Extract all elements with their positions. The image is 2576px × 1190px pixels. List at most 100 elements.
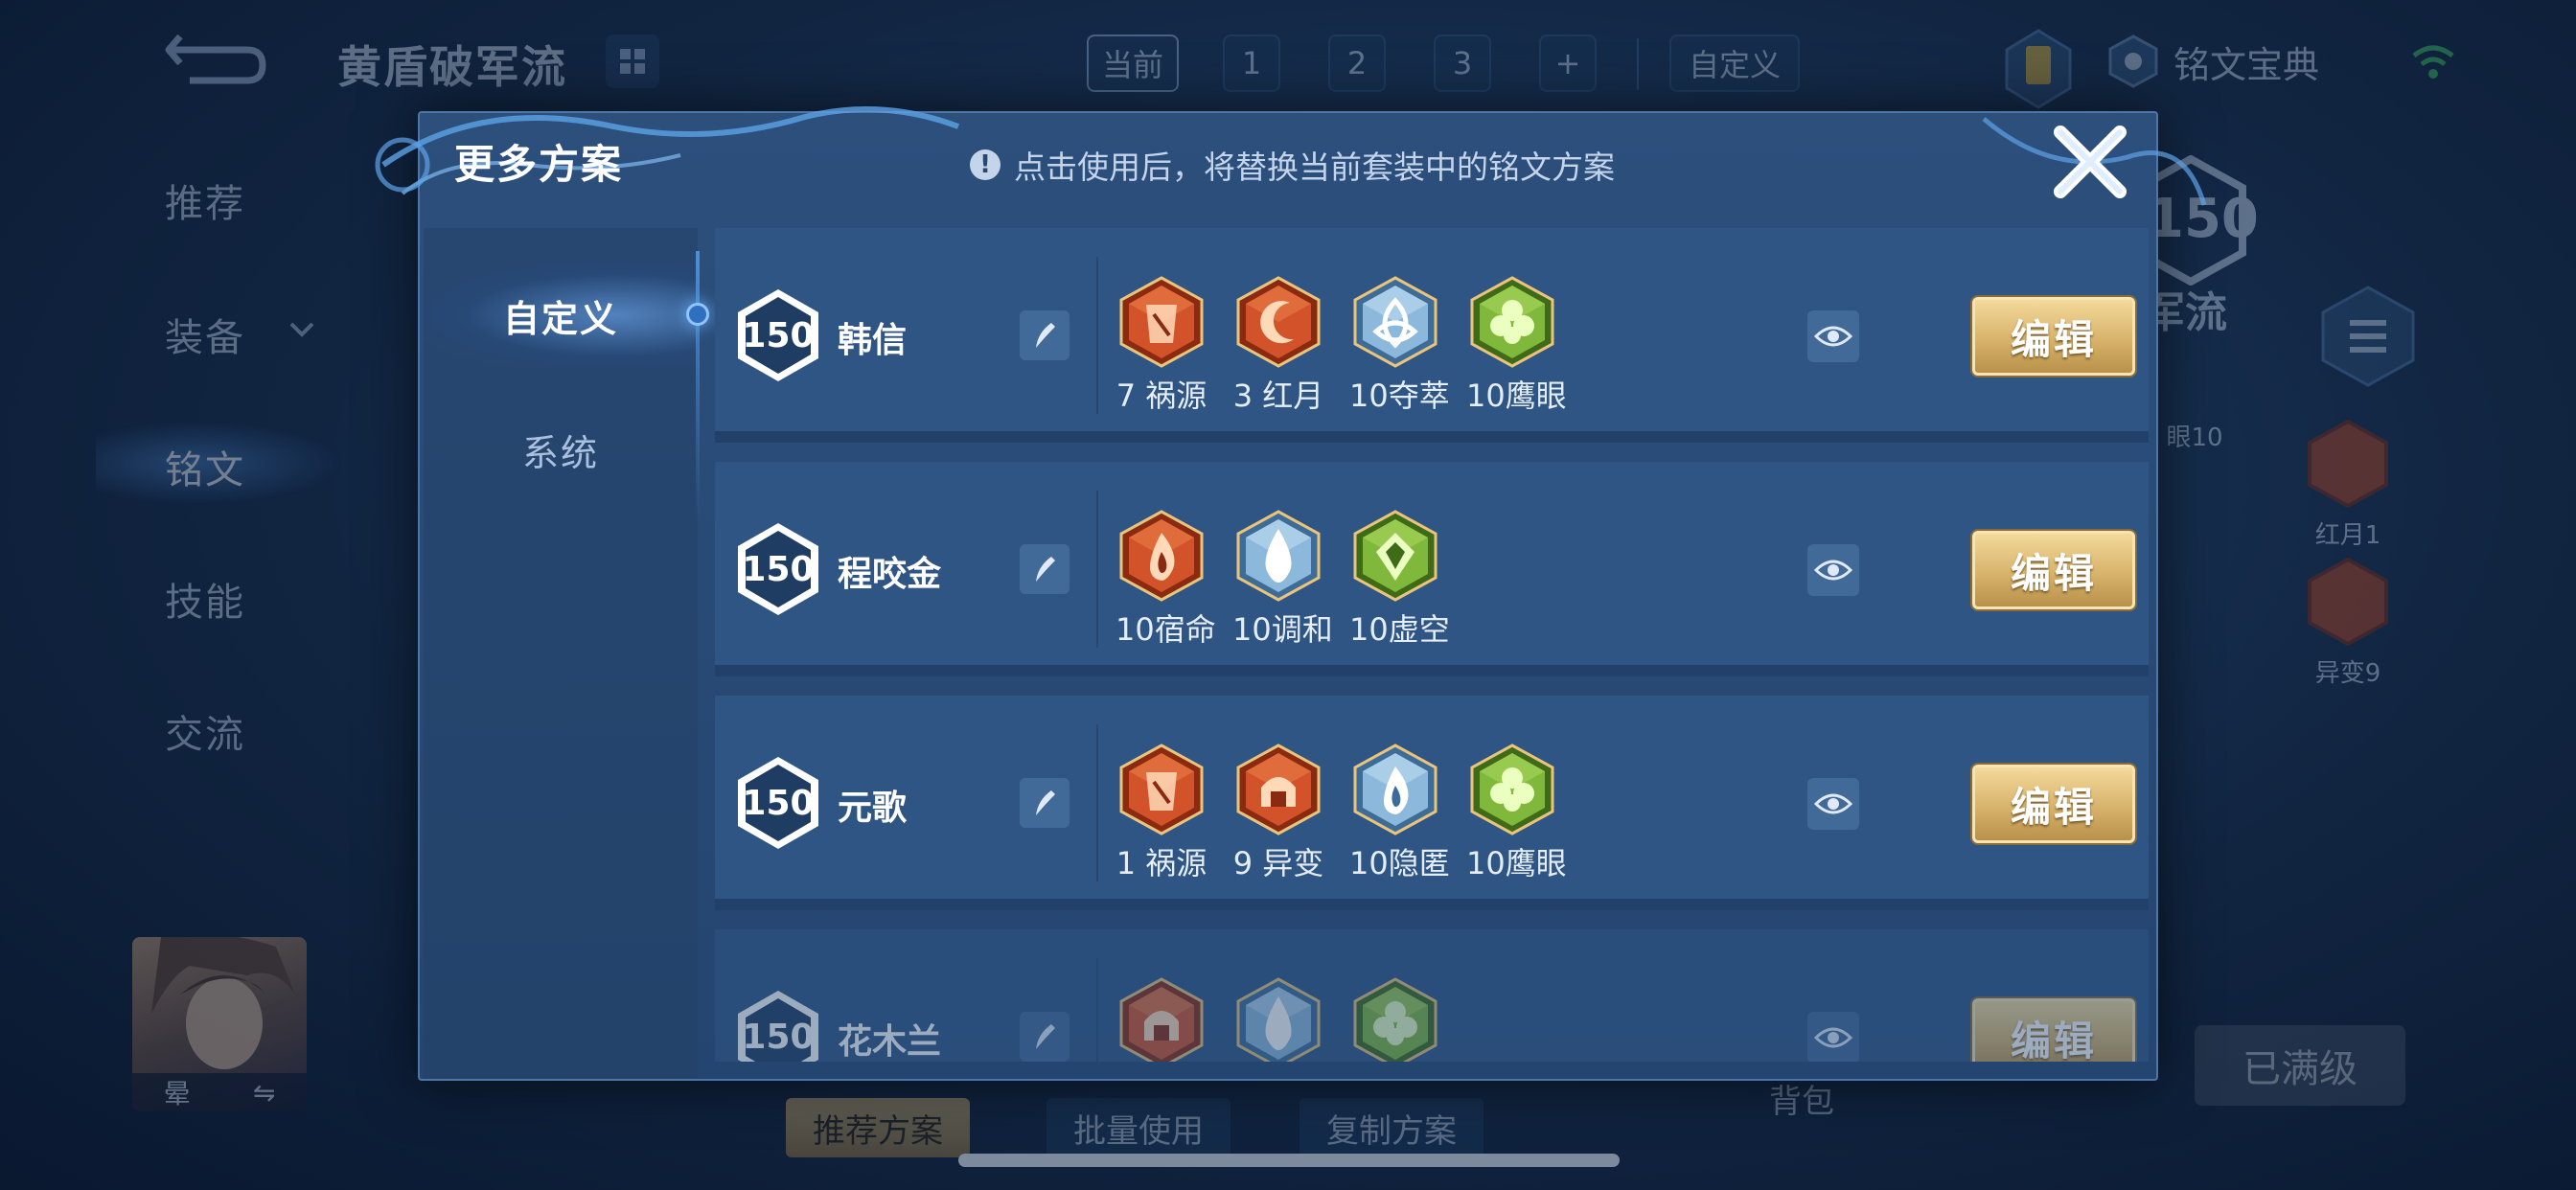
nav-recommend[interactable]: 推荐 xyxy=(165,172,245,228)
scheme-row[interactable]: 150 程咬金 10宿命 10调和 10虚空 编辑 xyxy=(715,462,2149,676)
maxed-button: 已满级 xyxy=(2195,1025,2405,1106)
home-indicator[interactable] xyxy=(958,1154,1620,1167)
hero-portrait-image xyxy=(151,937,295,1069)
nav-skills[interactable]: 技能 xyxy=(165,571,245,627)
scheme-list[interactable]: 150 韩信 7 祸源 3 红月 10夺萃 10鹰眼 编辑 150 程咬金 10… xyxy=(713,228,2150,1062)
scheme-title: 黄盾破军流 xyxy=(337,41,567,93)
rename-pen-icon[interactable] xyxy=(1020,544,1070,594)
tab-system-schemes[interactable]: 系统 xyxy=(424,397,698,502)
arch-rune-icon xyxy=(1236,744,1321,835)
row-divider xyxy=(1096,257,1098,414)
hero-name: 韩信 xyxy=(838,321,908,360)
scheme-row[interactable]: 150 韩信 7 祸源 3 红月 10夺萃 10鹰眼 编辑 xyxy=(715,228,2149,443)
drop-rune-icon xyxy=(1236,510,1321,602)
gem-rune-icon xyxy=(1353,510,1438,602)
avatar-name: 晕 xyxy=(163,1078,191,1110)
rune-label: 10调和 xyxy=(1232,611,1333,648)
codex-label: 铭文宝典 xyxy=(2174,43,2320,86)
card-icon[interactable] xyxy=(2005,29,2072,109)
hero-avatar[interactable]: 晕 ⇋ xyxy=(132,937,307,1111)
codex-icon xyxy=(2108,34,2158,88)
edit-button[interactable]: 编辑 xyxy=(1972,531,2135,609)
preview-eye-icon[interactable] xyxy=(1807,778,1859,830)
batch-use-button[interactable]: 批量使用 xyxy=(1046,1098,1230,1157)
nav-equipment[interactable]: 装备 xyxy=(165,307,245,362)
knot-rune-icon xyxy=(1353,276,1438,368)
tab-current[interactable]: 当前 xyxy=(1087,34,1180,92)
scheme-row[interactable]: 150 元歌 1 祸源 9 异变 10隐匿 10鹰眼 编辑 xyxy=(715,696,2149,910)
rune-slot: 9 异变 xyxy=(1232,744,1324,883)
chevron-down-icon xyxy=(289,322,314,337)
preview-eye-icon[interactable] xyxy=(1807,544,1859,596)
tab-custom[interactable]: 自定义 xyxy=(1669,34,1800,92)
rune-label: 10虚空 xyxy=(1349,611,1450,648)
tab-3[interactable]: 3 xyxy=(1434,34,1491,92)
rune-label: 7 祸源 xyxy=(1116,378,1208,414)
modal-title: 更多方案 xyxy=(454,141,624,188)
hero-name: 程咬金 xyxy=(838,555,942,594)
active-tab-dot xyxy=(686,303,709,326)
tab-add[interactable]: + xyxy=(1539,34,1597,92)
level-number: 150 xyxy=(742,783,815,823)
level-number: 150 xyxy=(742,315,815,355)
nav-runes[interactable]: 铭文 xyxy=(165,439,245,494)
edit-button[interactable]: 编辑 xyxy=(1972,765,2135,843)
rune-slot: 3 红月 xyxy=(1232,276,1324,416)
rune-group: 7 祸源 3 红月 10夺萃 10鹰眼 xyxy=(1116,276,1567,416)
close-icon[interactable] xyxy=(2047,119,2133,205)
drop-rune-icon xyxy=(1236,977,1321,1062)
wifi-icon xyxy=(2412,45,2454,79)
rune-label: 1 祸源 xyxy=(1116,845,1208,881)
recommend-scheme-button[interactable]: 推荐方案 xyxy=(786,1098,970,1157)
avatar-caption: 晕 ⇋ xyxy=(132,1073,307,1111)
rune-slot: 10鹰眼 xyxy=(1466,744,1567,883)
level-number: 150 xyxy=(742,1017,815,1057)
grid-icon[interactable] xyxy=(606,34,659,88)
tab-custom-schemes[interactable]: 自定义 xyxy=(424,263,698,368)
moon-rune-icon xyxy=(1236,276,1321,368)
right-rune-label: 异变9 xyxy=(2314,659,2381,688)
active-tab-line xyxy=(696,251,700,519)
tab-divider xyxy=(1637,38,1639,90)
bag-label[interactable]: 背包 xyxy=(1769,1075,1834,1122)
tab-2[interactable]: 2 xyxy=(1328,34,1386,92)
scroll-rune-icon xyxy=(1119,744,1204,835)
info-icon: ! xyxy=(970,149,1000,180)
copy-scheme-button[interactable]: 复制方案 xyxy=(1300,1098,1484,1157)
clover-rune-icon xyxy=(1353,977,1438,1062)
scroll-rune-icon xyxy=(1119,276,1204,368)
preview-eye-icon[interactable] xyxy=(1807,310,1859,362)
rune-slot: 10宿命 xyxy=(1116,510,1216,650)
tab-1[interactable]: 1 xyxy=(1223,34,1280,92)
scheme-row[interactable]: 150 花木兰 编辑 xyxy=(715,929,2149,1062)
clover-rune-icon xyxy=(1470,276,1554,368)
flame-rune-icon xyxy=(1353,744,1438,835)
edit-button[interactable]: 编辑 xyxy=(1972,297,2135,376)
preview-eye-icon[interactable] xyxy=(1807,1012,1859,1062)
edit-button[interactable]: 编辑 xyxy=(1972,998,2135,1062)
rename-pen-icon[interactable] xyxy=(1020,310,1070,360)
rune-codex-button[interactable]: 铭文宝典 xyxy=(2108,34,2319,88)
swap-icon[interactable]: ⇋ xyxy=(253,1077,275,1109)
level-number: 150 xyxy=(742,549,815,589)
right-rune-red-icon xyxy=(2308,557,2388,647)
back-arrow-icon[interactable] xyxy=(161,29,268,86)
rune-slot: 10夺萃 xyxy=(1349,276,1450,416)
rune-label: 10鹰眼 xyxy=(1466,378,1567,414)
menu-icon[interactable] xyxy=(2315,284,2421,389)
rune-slot xyxy=(1349,977,1441,1062)
rune-slot: 7 祸源 xyxy=(1116,276,1208,416)
rune-label: 10鹰眼 xyxy=(1466,845,1567,881)
rune-slot: 10虚空 xyxy=(1349,510,1450,650)
hint-text: 点击使用后，将替换当前套装中的铭文方案 xyxy=(1014,149,1615,186)
rune-slot xyxy=(1116,977,1208,1062)
rune-slot: 10隐匿 xyxy=(1349,744,1450,883)
row-divider xyxy=(1096,958,1098,1062)
nav-discussion[interactable]: 交流 xyxy=(165,703,245,759)
rename-pen-icon[interactable] xyxy=(1020,1012,1070,1062)
row-divider xyxy=(1096,724,1098,881)
right-rune-red-icon xyxy=(2308,419,2388,509)
rune-label: 10宿命 xyxy=(1116,611,1216,648)
rename-pen-icon[interactable] xyxy=(1020,778,1070,828)
rune-group xyxy=(1116,977,1441,1062)
